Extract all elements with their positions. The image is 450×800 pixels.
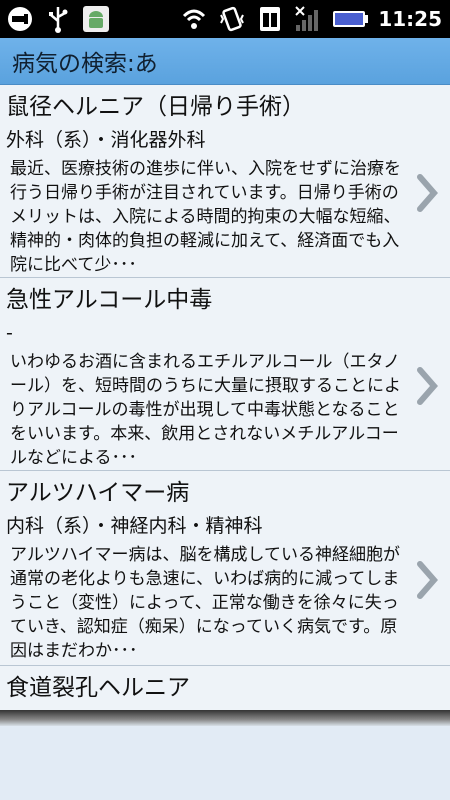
item-title: 急性アルコール中毒 [6, 287, 213, 313]
item-title: 鼠径ヘルニア（日帰り手術） [6, 94, 305, 120]
list-item[interactable]: 急性アルコール中毒 - いわゆるお酒に含まれるエチルアルコール（エタノール）を、… [0, 278, 450, 471]
wifi-icon [180, 5, 208, 33]
item-description: いわゆるお酒に含まれるエチルアルコール（エタノール）を、短時間のうちに大量に摂取… [10, 352, 401, 468]
signal-icon [294, 5, 322, 33]
chevron-right-icon [417, 174, 438, 212]
item-description: 最近、医療技術の進歩に伴い、入院をせずに治療を行う日帰り手術が注目されています。… [10, 159, 401, 275]
vibrate-icon [218, 5, 246, 33]
disease-list[interactable]: 鼠径ヘルニア（日帰り手術） 外科（系）・消化器外科 最近、医療技術の進歩に伴い、… [0, 85, 450, 715]
item-department: 外科（系）・消化器外科 [6, 129, 206, 151]
page-title: 病気の検索:あ [12, 51, 158, 77]
battery-icon [332, 5, 369, 33]
chevron-right-icon [417, 367, 438, 405]
list-item[interactable]: 鼠径ヘルニア（日帰り手術） 外科（系）・消化器外科 最近、医療技術の進歩に伴い、… [0, 85, 450, 278]
item-title: 食道裂孔ヘルニア [6, 675, 190, 701]
list-item[interactable]: 食道裂孔ヘルニア 内科（系）・外科（系）・消化器内科・ [0, 666, 450, 715]
usb-icon [44, 5, 72, 33]
status-time: 11:25 [378, 7, 442, 31]
item-department: 内科（系）・神経内科・精神科 [6, 515, 263, 537]
item-title: アルツハイマー病 [6, 480, 190, 506]
list-item[interactable]: アルツハイマー病 内科（系）・神経内科・精神科 アルツハイマー病は、脳を構成して… [0, 471, 450, 666]
item-description: アルツハイマー病は、脳を構成している神経細胞が通常の老化よりも急速に、いわば病的… [10, 545, 400, 661]
usb-debug-icon [6, 5, 34, 33]
title-bar: 病気の検索:あ [0, 38, 450, 85]
sd-card-icon [256, 5, 284, 33]
status-bar: 11:25 [0, 0, 450, 38]
empty-area [0, 726, 450, 800]
chevron-right-icon [417, 561, 438, 599]
list-scroll-fade [0, 710, 450, 726]
item-department: - [6, 322, 13, 344]
android-icon [82, 5, 110, 33]
